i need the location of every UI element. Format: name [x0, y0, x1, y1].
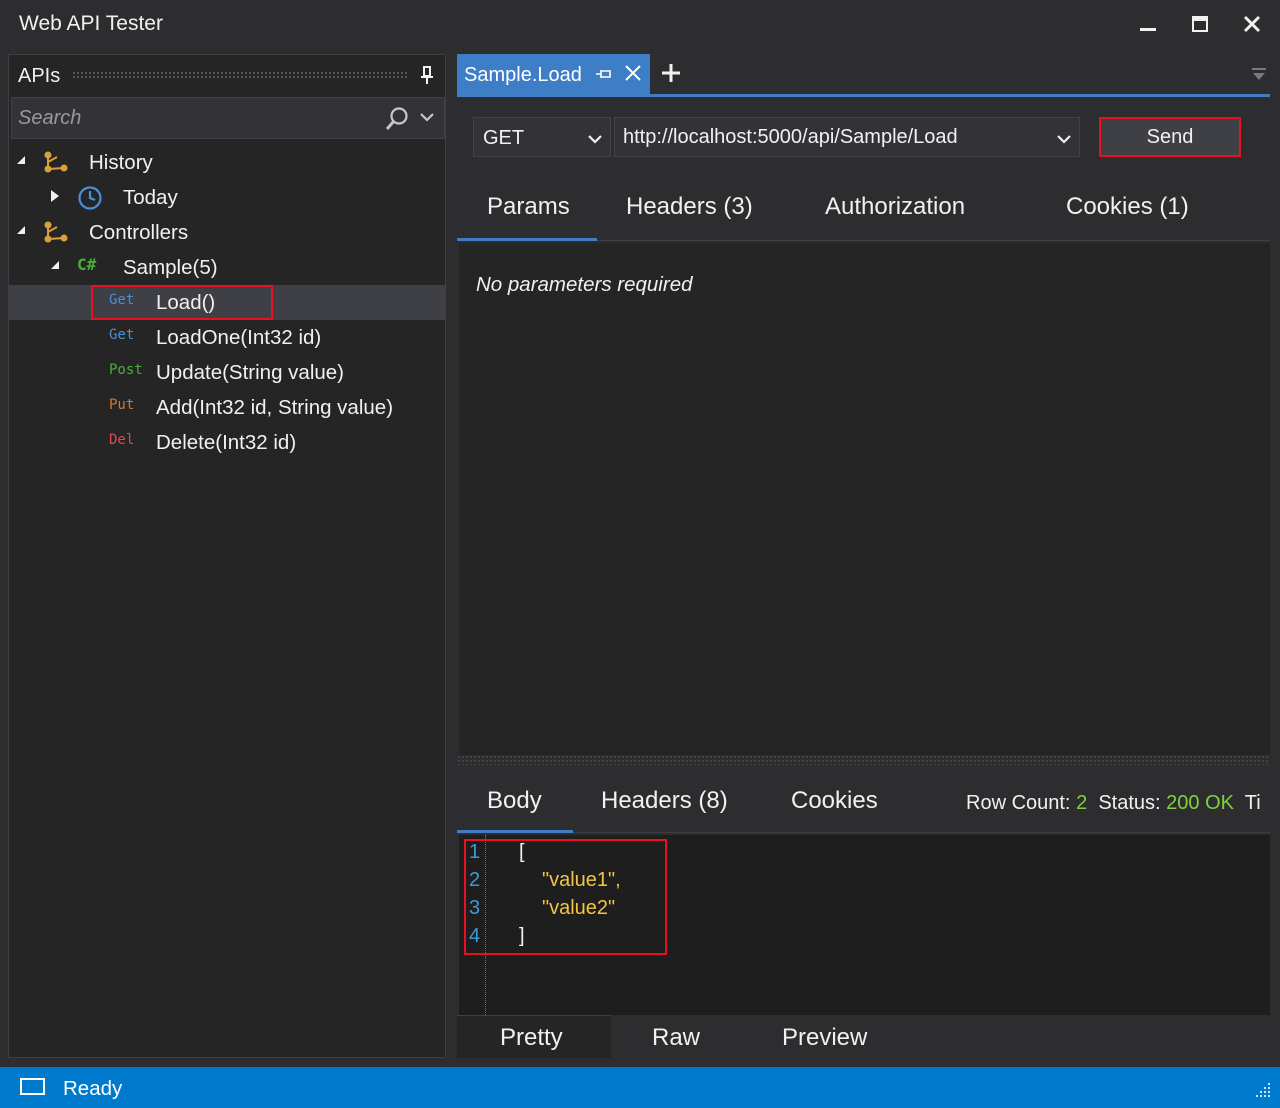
plus-icon	[662, 64, 680, 82]
search-icon[interactable]	[384, 106, 410, 132]
tree-item-controllers[interactable]: Controllers	[9, 215, 445, 250]
collapsed-triangle-icon[interactable]	[49, 189, 61, 203]
status-label: Status:	[1098, 792, 1161, 814]
history-folder-icon	[44, 151, 68, 173]
close-icon	[1243, 15, 1261, 33]
selection-highlight-box	[91, 285, 273, 320]
row-count-label: Row Count:	[966, 792, 1071, 814]
response-stats: Row Count: 2 Status: 200 OK Ti	[966, 792, 1261, 815]
maximize-icon	[1192, 16, 1208, 32]
window-title: Web API Tester	[19, 12, 163, 35]
close-button[interactable]	[1226, 0, 1278, 48]
tree-item-today[interactable]: Today	[9, 180, 445, 215]
title-bar: Web API Tester	[0, 0, 1280, 48]
no-params-message: No parameters required	[476, 273, 693, 296]
tab-request-headers[interactable]: Headers (3)	[626, 193, 753, 221]
tab-body[interactable]: Body	[487, 787, 542, 815]
status-value: 200 OK	[1166, 792, 1234, 814]
chevron-down-icon	[588, 135, 602, 144]
send-button[interactable]: Send	[1099, 117, 1241, 157]
apis-panel-header: APIs	[9, 55, 445, 95]
apis-panel: APIs History	[8, 54, 446, 1058]
apis-panel-title: APIs	[18, 65, 61, 87]
tree-item-label: History	[89, 151, 153, 174]
close-icon[interactable]	[624, 64, 642, 82]
chevron-down-icon[interactable]	[418, 108, 436, 126]
minimize-icon	[1140, 28, 1156, 31]
tree-item-label: Update(String value)	[156, 361, 345, 384]
expanded-triangle-icon[interactable]	[15, 224, 27, 236]
tab-raw[interactable]: Raw	[652, 1024, 700, 1052]
chevron-down-icon[interactable]	[1055, 130, 1073, 148]
active-tab-indicator	[457, 830, 573, 833]
tab-response-headers[interactable]: Headers (8)	[601, 787, 728, 815]
tree-item-sample-controller[interactable]: C# Sample(5)	[9, 250, 445, 285]
tab-label: Sample.Load	[464, 64, 582, 86]
tree-item-method-delete[interactable]: Del Delete(Int32 id)	[9, 425, 445, 460]
search-input[interactable]	[18, 98, 378, 138]
verb-delete-badge: Del	[109, 432, 135, 448]
tab-authorization[interactable]: Authorization	[825, 193, 965, 221]
verb-get-badge: Get	[109, 327, 135, 343]
pin-icon[interactable]	[595, 67, 613, 81]
tree-item-label: Delete(Int32 id)	[156, 431, 297, 454]
tab-preview[interactable]: Preview	[782, 1024, 867, 1052]
response-body-editor[interactable]: 1 2 3 4 [ "value1", "value2" ]	[459, 835, 1270, 1015]
controllers-folder-icon	[44, 221, 68, 243]
tab-response-cookies[interactable]: Cookies	[791, 787, 878, 815]
tree-item-method-update[interactable]: Post Update(String value)	[9, 355, 445, 390]
tree-item-method-add[interactable]: Put Add(Int32 id, String value)	[9, 390, 445, 425]
resize-grip-icon[interactable]	[1254, 1081, 1272, 1099]
divider	[457, 832, 1270, 833]
tree-item-label: Add(Int32 id, String value)	[156, 396, 394, 419]
tree-item-label: Controllers	[89, 221, 189, 244]
tree-item-history[interactable]: History	[9, 145, 445, 180]
response-area: Body Headers (8) Cookies Row Count: 2 St…	[457, 765, 1270, 1058]
tab-list-dropdown-icon[interactable]	[1251, 66, 1267, 82]
search-box	[11, 97, 445, 139]
panel-drag-grip[interactable]	[72, 71, 407, 79]
expanded-triangle-icon[interactable]	[15, 154, 27, 166]
tab-params[interactable]: Params	[487, 193, 570, 221]
csharp-class-icon: C#	[77, 255, 97, 274]
http-method-value: GET	[483, 127, 525, 149]
tree-item-label: Today	[123, 186, 178, 209]
clock-icon	[78, 186, 102, 210]
tab-request-cookies[interactable]: Cookies (1)	[1066, 193, 1189, 221]
view-mode-tabs: Pretty Raw Preview	[457, 1015, 1270, 1058]
tree-item-method-load[interactable]: Get Load()	[9, 285, 445, 320]
tab-pretty[interactable]: Pretty	[500, 1024, 563, 1052]
minimize-button[interactable]	[1122, 0, 1174, 48]
status-text: Ready	[63, 1077, 123, 1100]
row-count-value: 2	[1076, 792, 1088, 814]
time-label-truncated: Ti	[1244, 792, 1261, 814]
pane-splitter[interactable]	[457, 755, 1270, 765]
tree-item-label: Sample(5)	[123, 256, 218, 279]
output-window-icon[interactable]	[19, 1077, 47, 1097]
url-input[interactable]	[623, 118, 1043, 156]
expanded-triangle-icon[interactable]	[49, 259, 61, 271]
code-highlight-box	[464, 839, 667, 955]
url-combobox	[614, 117, 1080, 157]
add-tab-button[interactable]	[660, 62, 682, 89]
pin-icon[interactable]	[419, 65, 435, 85]
params-panel: No parameters required	[459, 243, 1270, 755]
verb-post-badge: Post	[109, 362, 143, 378]
tree-item-method-loadone[interactable]: Get LoadOne(Int32 id)	[9, 320, 445, 355]
document-tab-strip: Sample.Load	[457, 54, 1272, 98]
tree-item-label: LoadOne(Int32 id)	[156, 326, 322, 349]
status-bar: Ready	[0, 1067, 1280, 1108]
maximize-button[interactable]	[1174, 0, 1226, 48]
tab-sample-load[interactable]: Sample.Load	[457, 54, 650, 94]
http-method-select[interactable]: GET	[473, 117, 611, 157]
verb-put-badge: Put	[109, 397, 135, 413]
request-area: GET Send Params Headers (3) Authorizatio…	[457, 97, 1270, 765]
active-tab-indicator	[457, 238, 597, 241]
